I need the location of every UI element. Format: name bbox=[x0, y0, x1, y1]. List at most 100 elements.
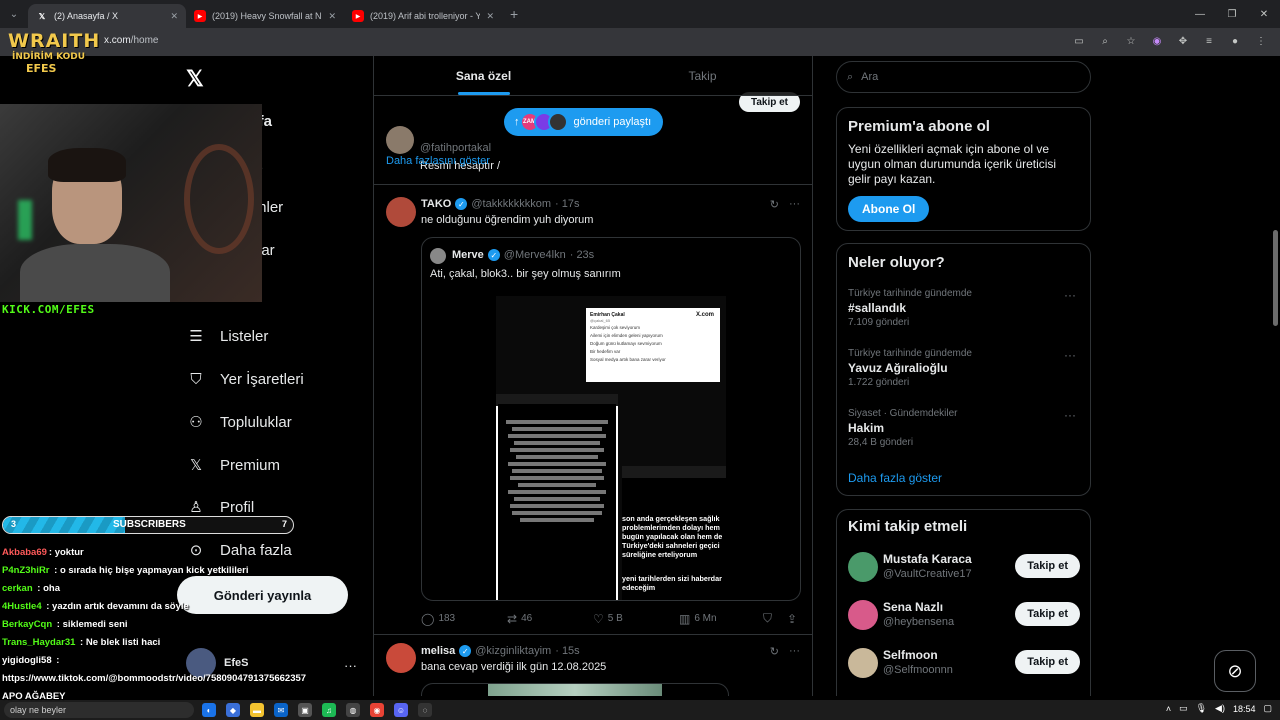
story-header bbox=[622, 466, 726, 478]
bookmark-button[interactable]: ⛉ bbox=[763, 611, 787, 626]
premium-title: Premium'a abone ol bbox=[848, 118, 990, 135]
close-icon[interactable]: ✕ bbox=[486, 11, 494, 22]
microphone-icon[interactable]: 🎙 bbox=[1196, 703, 1207, 714]
sidebar-item-premium[interactable]: 𝕏 Premium bbox=[186, 455, 280, 475]
more-icon[interactable]: ··· bbox=[789, 198, 800, 211]
new-posts-pill[interactable]: ↑ ZAM gönderi paylaştı bbox=[504, 108, 664, 136]
subscriber-progress-fill bbox=[3, 517, 125, 533]
sidebar-item-lists[interactable]: ☰ Listeler bbox=[186, 326, 268, 346]
trend-item[interactable]: Türkiye tarihinde gündemde Yavuz Ağırali… bbox=[848, 348, 1080, 388]
discord-icon[interactable]: ☺ bbox=[394, 703, 408, 717]
reply-button[interactable]: ◯ 183 bbox=[421, 611, 507, 626]
share-button[interactable]: ⇪ bbox=[787, 611, 797, 626]
post[interactable]: TAKO ✓ @takkkkkkkkom · 17s ↻ ··· ne oldu… bbox=[374, 185, 812, 633]
new-tab-button[interactable]: + bbox=[510, 6, 518, 22]
rgb-light bbox=[18, 200, 32, 240]
repost-button[interactable]: ⇄ 46 bbox=[507, 611, 593, 626]
minimize-icon[interactable]: — bbox=[1184, 0, 1216, 28]
verified-badge-icon: ✓ bbox=[459, 645, 472, 657]
follow-suggestion[interactable]: Sena Nazlı @heybensena Takip et bbox=[848, 598, 1080, 634]
quoted-post[interactable]: Merve ✓ @Merve4lkn · 23s Ati, çakal, blo… bbox=[421, 237, 801, 601]
grok-icon[interactable]: ↻ bbox=[770, 198, 779, 211]
author-name[interactable]: TAKO bbox=[421, 198, 451, 210]
suggestion-name: Mustafa Karaca bbox=[883, 552, 972, 566]
extension-icon[interactable]: ◉ bbox=[1150, 34, 1164, 48]
network-icon[interactable]: ▭ bbox=[1179, 703, 1188, 714]
author-handle[interactable]: @takkkkkkkkom bbox=[471, 198, 551, 210]
close-window-icon[interactable]: ✕ bbox=[1248, 0, 1280, 28]
avatar[interactable] bbox=[848, 648, 878, 678]
close-icon[interactable]: ✕ bbox=[328, 11, 336, 22]
x-logo-icon[interactable]: 𝕏 bbox=[186, 66, 204, 92]
address-bar[interactable]: x.com/home bbox=[104, 35, 158, 46]
chrome-icon[interactable]: ◉ bbox=[370, 703, 384, 717]
post-time[interactable]: · 17s bbox=[555, 198, 579, 210]
more-icon[interactable]: ··· bbox=[344, 658, 357, 673]
system-tray: ˄ ▭ 🎙 ◀) 18:54 ▢ bbox=[1166, 703, 1272, 714]
chrome-menu-icon[interactable]: ⋮ bbox=[1254, 34, 1268, 48]
avatar[interactable] bbox=[386, 197, 416, 227]
chat-message: Trans_Haydar31 : Ne blek listi haci bbox=[2, 634, 306, 652]
avatar[interactable] bbox=[386, 126, 414, 154]
post-actions: ◯ 183 ⇄ 46 ♡ 5 B ▥ 6 Mn ⛉ ⇪ bbox=[421, 611, 797, 626]
grok-icon[interactable]: ↻ bbox=[770, 645, 779, 658]
follow-suggestion[interactable]: Selfmoon @Selfmoonnn Takip et bbox=[848, 646, 1080, 682]
sidebar-item-communities[interactable]: ⚇ Topluluklar bbox=[186, 412, 291, 432]
show-more-link[interactable]: Daha fazlasını göster bbox=[386, 155, 490, 167]
media-preview bbox=[488, 684, 662, 696]
sidebar-item-bookmarks[interactable]: ⛉ Yer İşaretleri bbox=[186, 369, 303, 389]
browser-tab-x-home[interactable]: 𝕏 (2) Anasayfa / X ✕ bbox=[28, 4, 186, 28]
subscribe-button[interactable]: Abone Ol bbox=[848, 196, 930, 222]
follow-button[interactable]: Takip et bbox=[1015, 650, 1080, 674]
author-handle[interactable]: @kizginliktayim bbox=[475, 645, 551, 657]
show-more-trends-link[interactable]: Daha fazla göster bbox=[848, 471, 942, 485]
post-media[interactable] bbox=[421, 683, 729, 696]
views-button[interactable]: ▥ 6 Mn bbox=[679, 611, 763, 626]
avatar[interactable] bbox=[386, 643, 416, 673]
cast-icon[interactable]: ▭ bbox=[1072, 34, 1086, 48]
more-icon[interactable]: ··· bbox=[789, 645, 800, 658]
browser-tab-youtube-1[interactable]: ▶ (2019) Heavy Snowfall at Night ✕ bbox=[186, 4, 344, 28]
restore-icon[interactable]: ❐ bbox=[1216, 0, 1248, 28]
follow-button[interactable]: Takip et bbox=[1015, 602, 1080, 626]
browser-tab-youtube-2[interactable]: ▶ (2019) Arif abi trolleniyor - You ✕ bbox=[344, 4, 502, 28]
page-scrollbar[interactable] bbox=[1271, 56, 1280, 696]
star-icon[interactable]: ☆ bbox=[1124, 34, 1138, 48]
spotify-icon[interactable]: ♫ bbox=[322, 703, 336, 717]
youtube-icon: ▶ bbox=[352, 10, 364, 22]
trend-item[interactable]: Türkiye tarihinde gündemde #sallandık 7.… bbox=[848, 288, 1080, 328]
clock[interactable]: 18:54 bbox=[1233, 704, 1256, 714]
close-icon[interactable]: ✕ bbox=[170, 11, 178, 22]
like-button[interactable]: ♡ 5 B bbox=[593, 611, 679, 626]
speaker-icon[interactable]: ◀) bbox=[1215, 703, 1225, 714]
grok-icon[interactable]: ⊘ bbox=[1214, 650, 1256, 692]
zoom-icon[interactable]: ⌕ bbox=[1098, 34, 1112, 48]
post[interactable]: melisa ✓ @kizginliktayim · 15s ↻ ··· ban… bbox=[374, 635, 812, 696]
avatar[interactable] bbox=[848, 600, 878, 630]
app-icon[interactable]: ◍ bbox=[346, 703, 360, 717]
tab-for-you[interactable]: Sana özel bbox=[374, 56, 593, 95]
scrollbar-thumb[interactable] bbox=[1273, 230, 1278, 326]
story-body bbox=[498, 404, 616, 600]
post-media[interactable]: Emirhan Çakal @çakal_65 X.com Kardeşimi … bbox=[496, 296, 726, 600]
app-icon[interactable]: ◌ bbox=[418, 703, 432, 717]
follow-button[interactable]: Takip et bbox=[1015, 554, 1080, 578]
profile-icon[interactable]: ● bbox=[1228, 34, 1242, 48]
chevron-up-icon[interactable]: ˄ bbox=[1166, 704, 1171, 714]
follow-suggestion[interactable]: Mustafa Karaca @VaultCreative17 Takip et bbox=[848, 550, 1080, 586]
author-name[interactable]: melisa bbox=[421, 645, 455, 657]
sidebar-item-profile[interactable]: ♙ Profil bbox=[186, 497, 254, 517]
media-icon[interactable]: ≡ bbox=[1202, 34, 1216, 48]
notification-icon[interactable]: ▢ bbox=[1263, 703, 1272, 714]
avatar[interactable] bbox=[848, 552, 878, 582]
more-icon[interactable]: ··· bbox=[1064, 288, 1076, 302]
more-icon[interactable]: ··· bbox=[1064, 408, 1076, 422]
post-time[interactable]: · 15s bbox=[555, 645, 579, 657]
tab-following[interactable]: Takip bbox=[593, 56, 812, 95]
tab-search-icon[interactable]: ⌄ bbox=[0, 0, 28, 28]
trend-item[interactable]: Siyaset · Gündemdekiler Hakim 28,4 B gön… bbox=[848, 408, 1080, 448]
search-input[interactable]: ⌕ Ara bbox=[836, 61, 1091, 93]
more-icon[interactable]: ··· bbox=[1064, 348, 1076, 362]
puzzle-icon[interactable]: ✥ bbox=[1176, 34, 1190, 48]
subscriber-goal: 7 bbox=[281, 519, 287, 529]
